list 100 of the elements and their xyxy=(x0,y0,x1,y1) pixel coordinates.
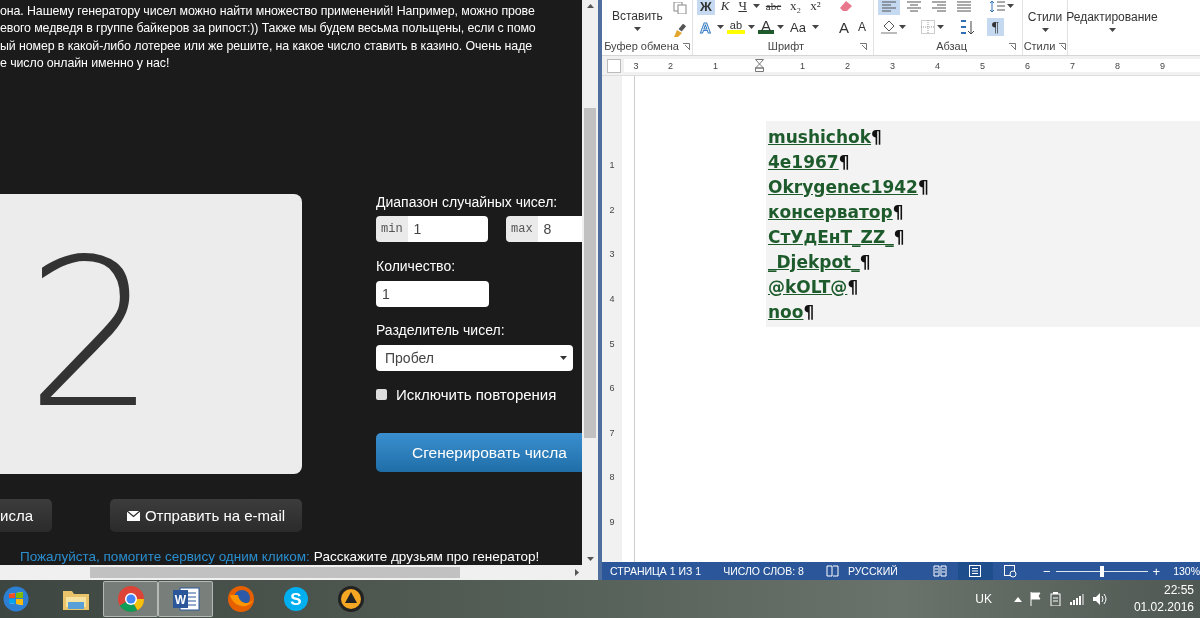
ruler-number: 7 xyxy=(1069,60,1076,71)
caret-icon xyxy=(899,25,906,29)
share-link[interactable]: Пожалуйста, помогите сервису одним кликом: xyxy=(20,549,310,564)
caret-icon xyxy=(633,27,641,31)
battery-icon[interactable] xyxy=(1049,592,1062,606)
proofing-icon[interactable] xyxy=(825,565,840,577)
paragraph-mark: ¶ xyxy=(859,251,871,272)
launcher-icon[interactable] xyxy=(860,42,867,50)
ruler-number: 8 xyxy=(1114,60,1121,71)
envelope-icon xyxy=(126,510,140,521)
document-text: _Djekpot_ xyxy=(768,251,860,272)
count-input[interactable]: 1 xyxy=(376,281,489,308)
caret-icon xyxy=(812,25,819,29)
volume-icon[interactable] xyxy=(1091,592,1108,606)
intro-paragraph: она. Нашему генератору чисел можно найти множество применений! Например, можно прове евого медведя в группе байкеров за рипост:)) Также мы будем весьма польщены, если с помо ый номер в какой-либо лотерее или же решите, на какое число ставить в казино. Очень наде е число онлайн именно у нас! xyxy=(0,3,537,72)
zoom-level[interactable]: 130% xyxy=(1173,565,1200,577)
document-text: mushichok xyxy=(768,126,872,147)
generate-button[interactable]: Сгенерировать числа xyxy=(376,433,582,473)
ruler-number: 3 xyxy=(889,60,896,71)
zoom-thumb[interactable] xyxy=(1099,565,1104,577)
eraser-icon[interactable] xyxy=(838,0,853,12)
ruler-number: 4 xyxy=(934,60,941,71)
caret-icon xyxy=(937,25,944,29)
format-button[interactable]: abc xyxy=(762,0,785,15)
sort-icon xyxy=(959,19,975,35)
ruler-number: 4 xyxy=(609,293,615,307)
paragraph-mark: ¶ xyxy=(871,126,882,147)
document-text: 4e1967 xyxy=(768,151,839,172)
clock-date[interactable]: 01.02.2016 xyxy=(1133,599,1194,616)
caret-icon xyxy=(1007,4,1014,8)
group-label: Стили xyxy=(1023,40,1056,52)
indent-marker-icon[interactable] xyxy=(754,59,764,72)
format-button[interactable]: x₂ xyxy=(787,0,805,15)
caret-icon xyxy=(560,356,567,361)
up-arrow-icon xyxy=(586,4,594,8)
borders-icon xyxy=(921,20,935,34)
brush-icon[interactable] xyxy=(672,24,687,38)
show-hidden-icon[interactable] xyxy=(1013,596,1022,602)
format-button[interactable]: ab xyxy=(726,20,746,34)
separator-select[interactable]: Пробел xyxy=(376,345,573,372)
result-number: 2 xyxy=(26,231,157,437)
format-button[interactable]: A xyxy=(758,20,775,34)
ruler-number: 2 xyxy=(844,60,851,71)
paragraph-mark: ¶ xyxy=(838,151,850,172)
ruler-number: 3 xyxy=(609,248,615,262)
down-arrow-icon xyxy=(586,557,594,561)
orb-icon xyxy=(3,586,29,612)
clock-time[interactable]: 22:55 xyxy=(1163,582,1194,599)
paragraph-mark: ¶ xyxy=(847,276,859,297)
formatting-marks-button[interactable]: ¶ xyxy=(987,18,1004,36)
launcher-icon[interactable] xyxy=(682,42,690,50)
min-input[interactable]: 1 xyxy=(407,216,488,243)
document-text: noo xyxy=(768,301,804,322)
zoom-in-button[interactable]: + xyxy=(1149,563,1164,579)
separator-label: Разделитель чисел: xyxy=(376,322,506,340)
format-button[interactable]: x² xyxy=(807,0,824,15)
paragraph-mark: ¶ xyxy=(803,301,815,322)
keyboard-language[interactable]: UK xyxy=(975,592,992,606)
right-arrow-icon xyxy=(575,569,579,576)
zoom-out-button[interactable]: − xyxy=(1039,563,1054,579)
ruler-number: 2 xyxy=(667,60,674,71)
ruler-number: 1 xyxy=(712,60,719,71)
group-label: Шрифт xyxy=(767,40,804,52)
globe-icon xyxy=(226,585,255,613)
range-label: Диапазон случайных чисел: xyxy=(376,194,559,212)
caret-icon xyxy=(777,25,785,29)
ruler-number: 2 xyxy=(609,203,615,217)
paste-button[interactable]: Вставить xyxy=(602,0,669,39)
format-button[interactable]: A xyxy=(855,18,870,36)
view-button[interactable] xyxy=(957,562,993,580)
chat-icon: S xyxy=(281,585,310,613)
language-label[interactable]: РУССКИЙ xyxy=(847,565,898,577)
exclude-label: Исключить повторения xyxy=(396,386,557,404)
caret-icon xyxy=(1108,28,1116,32)
print-view-icon xyxy=(968,564,983,578)
launcher-icon[interactable] xyxy=(1059,42,1067,50)
select-value: Пробел xyxy=(385,350,434,367)
paragraph-mark: ¶ xyxy=(917,176,929,197)
format-button[interactable]: A xyxy=(836,18,853,36)
flag-icon[interactable] xyxy=(1029,592,1042,606)
exclude-checkbox[interactable] xyxy=(376,389,387,401)
ruler-number: 1 xyxy=(799,60,806,71)
max-input[interactable]: 8 xyxy=(537,216,582,243)
format-button[interactable]: К xyxy=(717,0,733,15)
launcher-icon[interactable] xyxy=(1009,42,1016,50)
align-left-icon xyxy=(881,0,897,13)
borders-button[interactable] xyxy=(918,18,947,36)
shading-button[interactable] xyxy=(878,18,909,36)
email-button[interactable]: Отправить на e-mail xyxy=(110,499,302,533)
caret-icon xyxy=(1041,28,1049,32)
copy-button[interactable]: исла xyxy=(0,499,52,533)
format-button[interactable]: Ж xyxy=(697,0,715,15)
document-text: @kOLT@ xyxy=(768,276,848,297)
signal-icon[interactable] xyxy=(1069,593,1084,605)
format-button[interactable]: Aa xyxy=(787,18,809,36)
format-button[interactable]: Ч xyxy=(735,0,750,15)
max-prefix: max xyxy=(506,216,538,243)
caret-icon xyxy=(752,4,760,8)
ruler-number: 5 xyxy=(609,337,615,351)
taskbar-button[interactable]: W xyxy=(158,581,213,617)
